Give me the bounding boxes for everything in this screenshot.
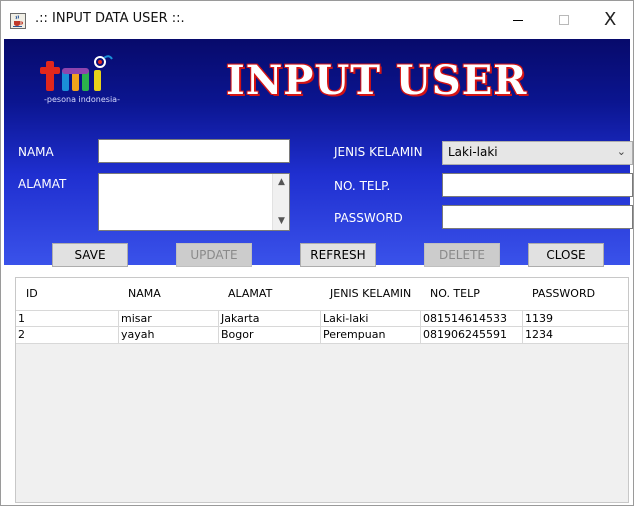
cell-telp: 081906245591 <box>420 327 522 343</box>
alamat-scrollbar[interactable]: ▲ ▼ <box>272 174 289 230</box>
refresh-button[interactable]: REFRESH <box>300 243 376 267</box>
column-header-jenis-kelamin[interactable]: JENIS KELAMIN <box>330 287 411 300</box>
column-header-id[interactable]: ID <box>26 287 38 300</box>
cell-alamat: Bogor <box>218 327 320 343</box>
nama-input[interactable] <box>98 139 290 163</box>
save-button[interactable]: SAVE <box>52 243 128 267</box>
password-input[interactable] <box>442 205 633 229</box>
cell-id: 1 <box>18 312 25 325</box>
table-row[interactable]: 2 yayah Bogor Perempuan 081906245591 123… <box>16 327 628 344</box>
column-header-nama[interactable]: NAMA <box>128 287 161 300</box>
cell-password: 1234 <box>522 327 628 343</box>
update-button[interactable]: UPDATE <box>176 243 252 267</box>
telp-label: NO. TELP. <box>334 179 391 193</box>
window-title: .:: INPUT DATA USER ::. <box>35 11 185 26</box>
alamat-textarea[interactable]: ▲ ▼ <box>98 173 290 231</box>
delete-button[interactable]: DELETE <box>424 243 500 267</box>
column-header-password[interactable]: PASSWORD <box>532 287 595 300</box>
tmi-logo: -pesona indonesia- <box>34 53 130 109</box>
title-bar[interactable]: .:: INPUT DATA USER ::. X <box>1 1 633 39</box>
cell-id: 2 <box>18 328 25 341</box>
nama-label: NAMA <box>18 145 54 159</box>
table-header: ID NAMA ALAMAT JENIS KELAMIN NO. TELP PA… <box>16 278 628 310</box>
cell-jenis-kelamin: Laki-laki <box>320 311 420 327</box>
cell-nama: misar <box>118 311 218 327</box>
cell-telp: 081514614533 <box>420 311 522 327</box>
close-button[interactable]: CLOSE <box>528 243 604 267</box>
caret-up-icon[interactable]: ▲ <box>273 174 290 191</box>
minimize-button[interactable] <box>495 1 541 39</box>
password-label: PASSWORD <box>334 211 403 225</box>
close-icon: X <box>604 9 617 30</box>
close-window-button[interactable]: X <box>587 1 633 39</box>
logo-graphic <box>40 55 113 91</box>
app-window: .:: INPUT DATA USER ::. X -pesona indone… <box>0 0 634 506</box>
alamat-label: ALAMAT <box>18 177 67 191</box>
column-header-alamat[interactable]: ALAMAT <box>228 287 272 300</box>
telp-input[interactable] <box>442 173 633 197</box>
java-cup-icon <box>10 13 26 29</box>
chevron-down-icon: ⌄ <box>616 145 626 158</box>
minimize-icon <box>513 20 523 21</box>
cell-alamat: Jakarta <box>218 311 320 327</box>
column-header-telp[interactable]: NO. TELP <box>430 287 480 300</box>
cell-jenis-kelamin: Perempuan <box>320 327 420 343</box>
cell-password: 1139 <box>522 311 628 327</box>
form-panel: -pesona indonesia- INPUT USER NAMA ALAMA… <box>4 39 633 267</box>
user-table[interactable]: ID NAMA ALAMAT JENIS KELAMIN NO. TELP PA… <box>15 277 629 503</box>
jenis-kelamin-label: JENIS KELAMIN <box>334 145 423 159</box>
maximize-icon <box>559 15 569 25</box>
table-row[interactable]: 1 misar Jakarta Laki-laki 081514614533 1… <box>16 310 628 327</box>
jenis-kelamin-value: Laki-laki <box>448 145 498 159</box>
page-title: INPUT USER <box>226 57 528 104</box>
maximize-button[interactable] <box>541 1 587 39</box>
logo-tagline: -pesona indonesia- <box>44 95 120 104</box>
caret-down-icon[interactable]: ▼ <box>273 213 290 230</box>
jenis-kelamin-select[interactable]: Laki-laki ⌄ <box>442 141 633 165</box>
cell-nama: yayah <box>118 327 218 343</box>
